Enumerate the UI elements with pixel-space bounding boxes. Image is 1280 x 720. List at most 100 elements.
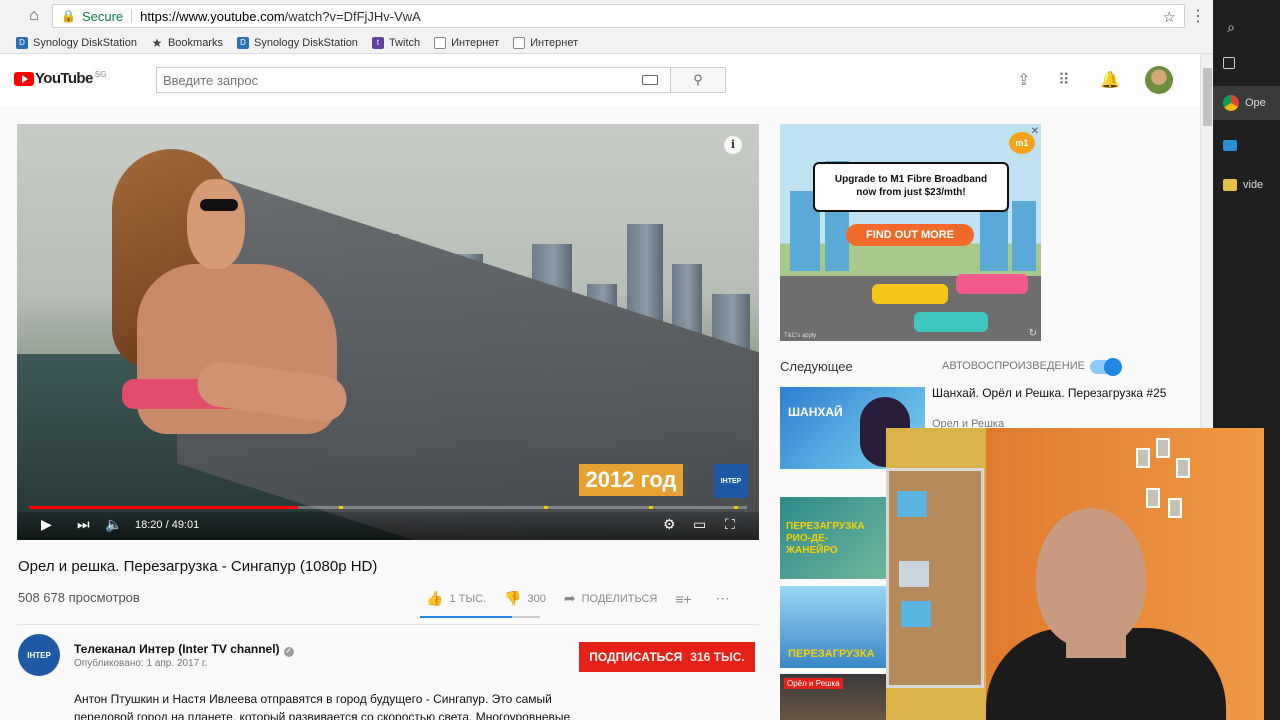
star-icon: ★: [151, 35, 163, 50]
screen: ⌂ 🔒 Secure https://www.youtube.com/watch…: [0, 0, 1280, 720]
address-bar[interactable]: 🔒 Secure https://www.youtube.com/watch?v…: [52, 4, 1185, 28]
video-description: Антон Птушкин и Настя Ивлеева отправятся…: [74, 692, 571, 720]
dislike-button[interactable]: 👎 300: [504, 590, 546, 607]
bookmark-label: Synology DiskStation: [253, 36, 358, 49]
bookmark-label: Интернет: [451, 36, 500, 49]
account-avatar[interactable]: [1145, 66, 1173, 94]
lock-icon: 🔒: [61, 9, 76, 23]
more-actions-button[interactable]: ⋯: [716, 590, 736, 607]
sticky-note: [897, 491, 927, 517]
notifications-bell-icon[interactable]: 🔔: [1100, 70, 1120, 90]
bookmark-internet-2[interactable]: Интернет: [513, 36, 578, 49]
youtube-logo[interactable]: YouTube SG: [14, 70, 106, 87]
bookmark-folder-bookmarks[interactable]: ★ Bookmarks: [151, 35, 223, 50]
search-bar: ⚲: [156, 67, 726, 93]
search-button[interactable]: ⚲: [670, 67, 726, 93]
bookmark-internet-1[interactable]: Интернет: [434, 36, 500, 49]
taskbar-task-view[interactable]: [1213, 46, 1280, 80]
sticky-note: [901, 601, 931, 627]
thumb-caption: ШАНХАЙ: [788, 405, 843, 419]
volume-icon[interactable]: 🔈: [105, 516, 122, 533]
verified-check-icon: ✓: [283, 647, 294, 657]
video-player[interactable]: i 2012 год ІНТЕР ▶ ⏭ 🔈 18:20 / 49:01 ⚙ ▭…: [17, 124, 759, 540]
chapter-marker: [734, 506, 738, 509]
sticky-note: [899, 561, 929, 587]
bookmark-star-icon[interactable]: ☆: [1163, 8, 1176, 26]
autoplay-label: АВТОВОСПРОИЗВЕДЕНИЕ: [942, 360, 1085, 372]
share-label: ПОДЕЛИТЬСЯ: [581, 592, 658, 605]
video-actions: 👍 1 ТЫС. 👎 300 ➦ ПОДЕЛИТЬСЯ ≡+ ⋯: [426, 590, 754, 607]
fullscreen-icon[interactable]: ⛶: [725, 516, 735, 533]
youtube-header: YouTube SG ⚲ ⇪ ⠿ 🔔: [0, 54, 1200, 106]
sidebar-ad[interactable]: ✕ m1 Upgrade to M1 Fibre Broadband now f…: [780, 124, 1041, 341]
ad-replay-icon[interactable]: ↻: [1029, 328, 1037, 339]
webcam-overlay: [886, 428, 1264, 720]
subscribe-button[interactable]: ПОДПИСАТЬСЯ 316 ТЫС.: [579, 642, 755, 672]
region-code: SG: [94, 70, 107, 79]
info-icon[interactable]: i: [724, 136, 742, 154]
keyboard-icon[interactable]: [642, 75, 658, 85]
taskbar-chrome[interactable]: Ope: [1213, 86, 1280, 120]
year-overlay: 2012 год: [579, 464, 683, 496]
toggle-knob: [1104, 358, 1122, 376]
chapter-marker: [339, 506, 343, 509]
browser-toolbar: ⌂ 🔒 Secure https://www.youtube.com/watch…: [0, 0, 1213, 32]
next-icon[interactable]: ⏭: [77, 516, 90, 533]
bookmarks-bar: D Synology DiskStation ★ Bookmarks D Syn…: [0, 32, 1213, 54]
progress-bar[interactable]: [29, 506, 747, 509]
player-controls: ▶ ⏭ 🔈 18:20 / 49:01 ⚙ ▭ ⛶: [17, 512, 759, 540]
channel-name[interactable]: Телеканал Интер (Inter TV channel) ✓: [74, 642, 294, 657]
chapter-marker: [649, 506, 653, 509]
progress-played: [29, 506, 298, 509]
scrollbar-thumb[interactable]: [1203, 68, 1212, 126]
share-button[interactable]: ➦ ПОДЕЛИТЬСЯ: [564, 590, 657, 607]
playlist-add-icon: ≡+: [675, 590, 692, 607]
person-face: [187, 179, 245, 269]
taskbar-computer[interactable]: [1213, 128, 1280, 162]
apps-grid-icon[interactable]: ⠿: [1058, 70, 1070, 90]
bookmark-synology-1[interactable]: D Synology DiskStation: [16, 36, 137, 49]
ad-car-teal: [914, 312, 988, 332]
youtube-play-icon: [14, 71, 34, 86]
divider: [17, 624, 759, 625]
upload-icon[interactable]: ⇪: [1017, 70, 1030, 90]
page-icon: [434, 36, 447, 49]
ad-headline: Upgrade to M1 Fibre Broadband now from j…: [813, 162, 1009, 212]
page-icon: [513, 36, 526, 49]
taskbar-search[interactable]: ⌕: [1213, 10, 1280, 44]
bookmark-label: Synology DiskStation: [33, 36, 137, 49]
home-icon[interactable]: ⌂: [20, 2, 48, 30]
channel-avatar[interactable]: ІНТЕР: [18, 634, 60, 676]
search-icon: ⚲: [693, 72, 703, 87]
photo-frame: [1168, 498, 1182, 518]
youtube-wordmark: YouTube: [35, 70, 93, 87]
channel-name-text: Телеканал Интер (Inter TV channel): [74, 642, 280, 656]
settings-gear-icon[interactable]: ⚙: [663, 516, 676, 533]
twitch-icon: t: [371, 36, 384, 49]
add-to-playlist-button[interactable]: ≡+: [675, 591, 697, 607]
synology-icon: D: [236, 36, 249, 49]
theater-mode-icon[interactable]: ▭: [693, 516, 706, 533]
streamer-head: [1036, 508, 1146, 648]
search-input[interactable]: [156, 67, 670, 93]
chrome-icon: [1223, 95, 1239, 111]
autoplay-toggle[interactable]: [1090, 358, 1122, 376]
bookmark-label: Bookmarks: [167, 36, 223, 49]
secure-label: Secure: [81, 8, 124, 24]
video-title: Орел и решка. Перезагрузка - Сингапур (1…: [18, 558, 378, 575]
webcam-corkboard: [886, 468, 984, 688]
photo-frame: [1136, 448, 1150, 468]
ad-cta-button[interactable]: FIND OUT MORE: [846, 224, 974, 246]
play-icon[interactable]: ▶: [41, 516, 52, 533]
url-text[interactable]: https://www.youtube.com/watch?v=DfFjJHv-…: [140, 9, 421, 24]
thumb-caption: ПЕРЕЗАГРУЗКА: [788, 648, 875, 660]
like-button[interactable]: 👍 1 ТЫС.: [426, 590, 486, 607]
ad-terms: T&C's apply: [784, 333, 817, 339]
bookmark-label: Twitch: [388, 36, 421, 49]
taskbar-video-folder[interactable]: vide: [1213, 168, 1280, 202]
bookmark-twitch[interactable]: t Twitch: [371, 36, 421, 49]
browser-menu-icon[interactable]: ⋮: [1190, 6, 1206, 26]
bookmark-synology-2[interactable]: D Synology DiskStation: [236, 36, 358, 49]
related-title-1[interactable]: Шанхай. Орёл и Решка. Перезагрузка #25: [932, 386, 1172, 401]
ad-headline-line1: Upgrade to M1 Fibre Broadband: [834, 174, 988, 185]
